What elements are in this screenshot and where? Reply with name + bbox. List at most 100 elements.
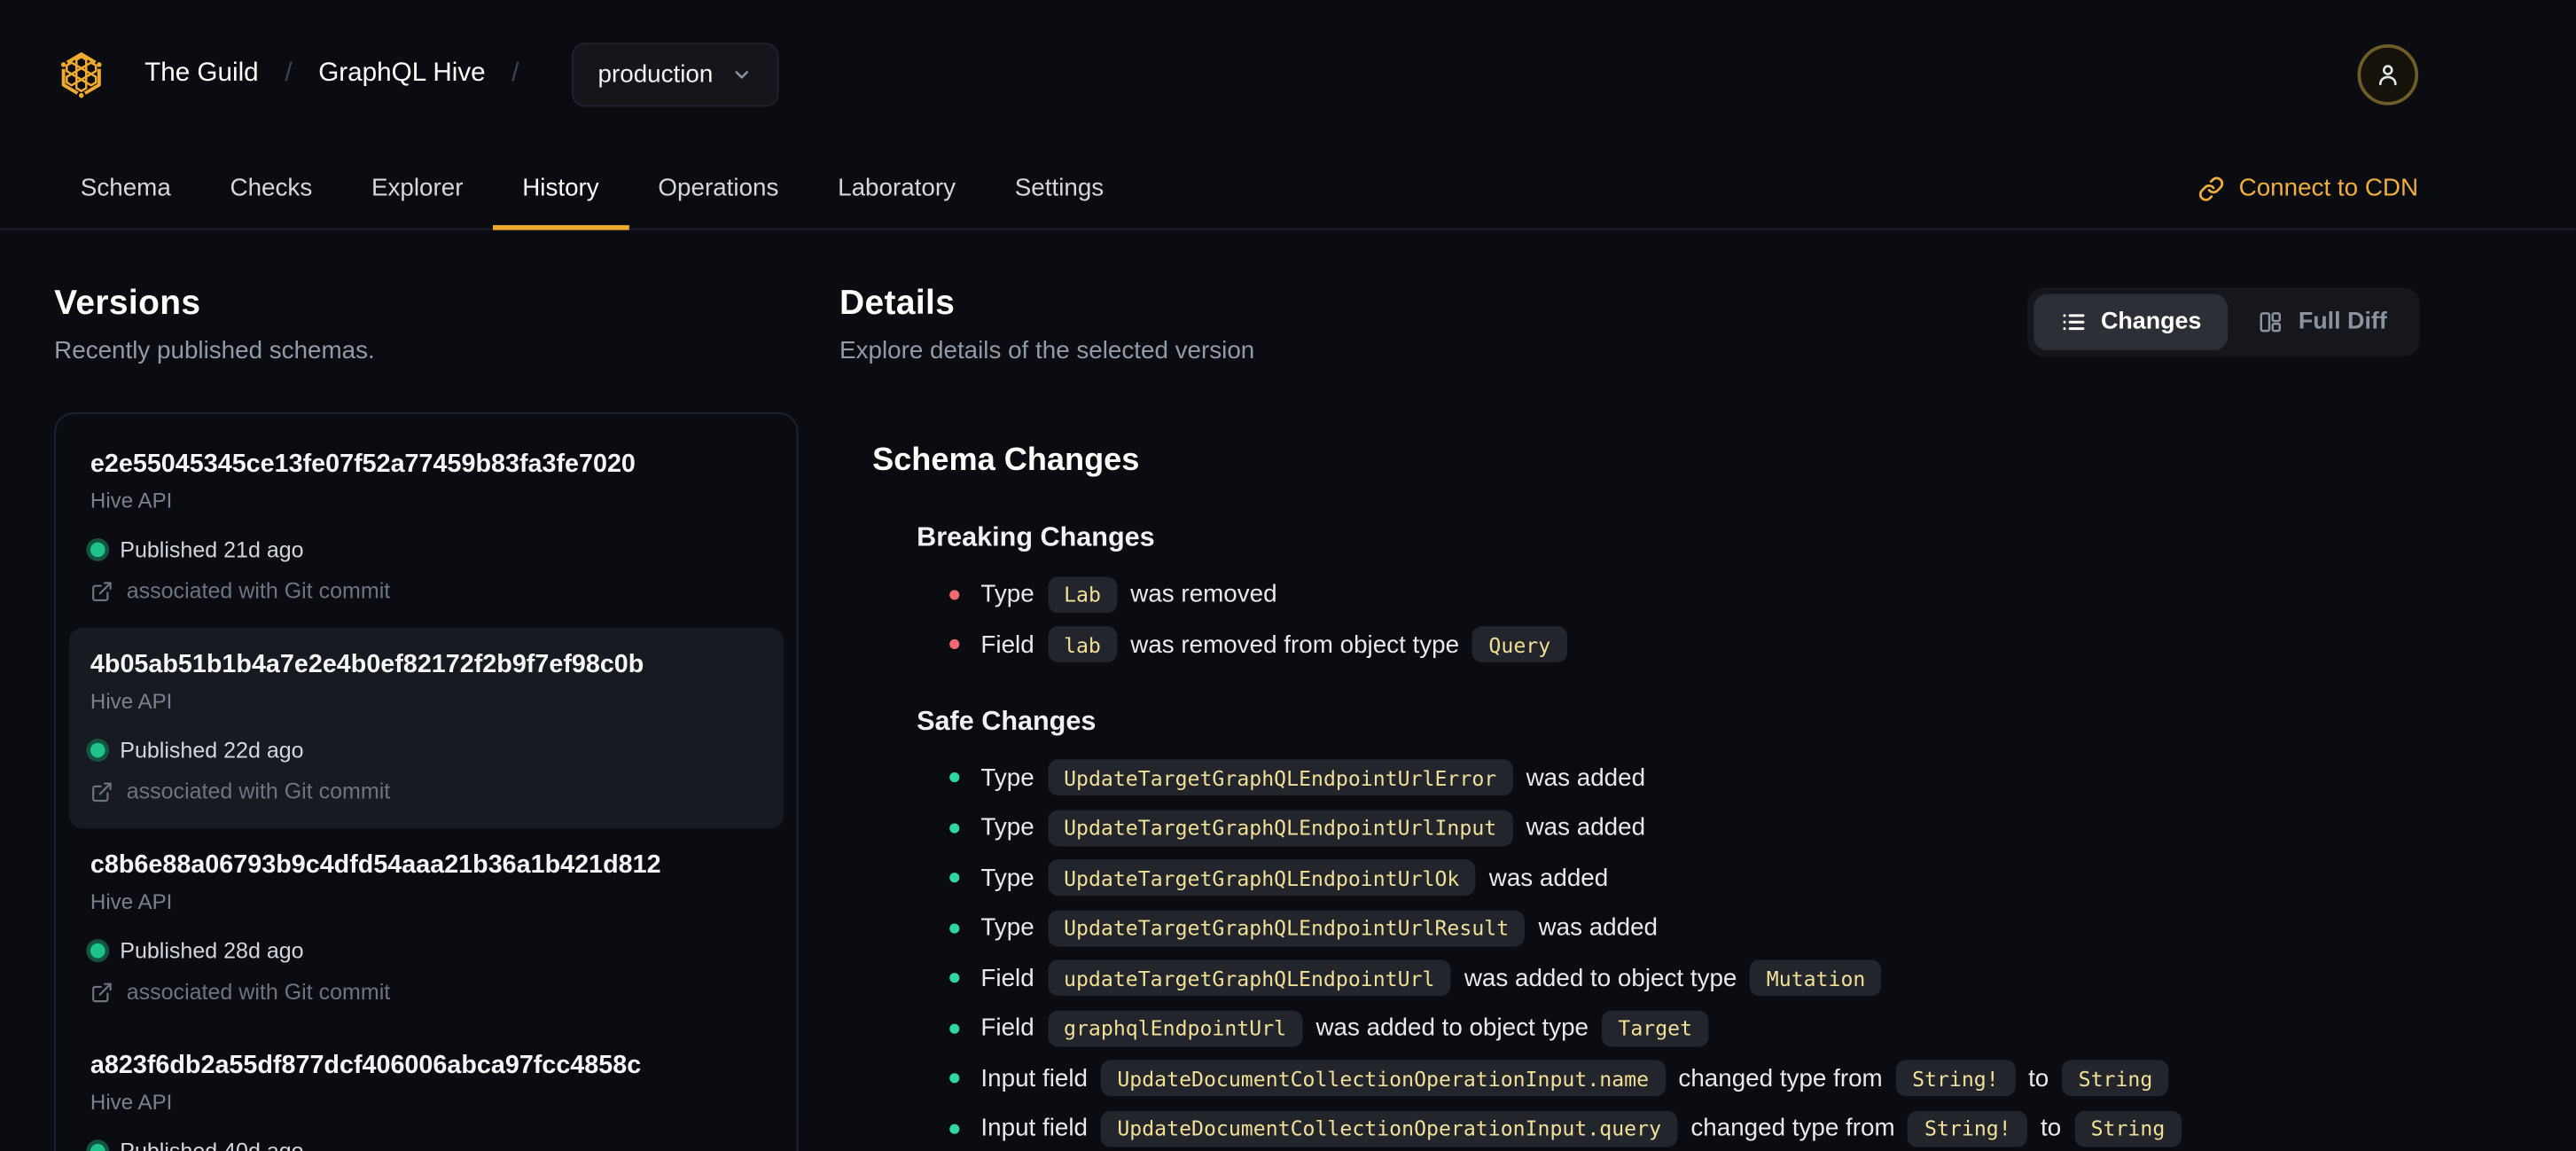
code-chip: Target (1601, 1009, 1709, 1046)
version-hash: c8b6e88a06793b9c4dfd54aaa21b36a1b421d812 (90, 851, 661, 880)
change-text: was removed (1130, 580, 1277, 608)
user-icon (2374, 60, 2402, 89)
bullet-dot-icon (949, 638, 960, 650)
code-chip: UpdateTargetGraphQLEndpointUrlResult (1047, 909, 1526, 946)
breadcrumb-separator: / (511, 59, 519, 88)
bullet-dot-icon (949, 873, 960, 883)
published-label: Published 40d ago (120, 1139, 303, 1151)
version-service-name: Hive API (90, 688, 173, 714)
versions-title: Versions (54, 284, 201, 323)
change-section-title: Safe Changes (917, 705, 1097, 736)
git-commit-label: associated with Git commit (126, 578, 391, 604)
version-hash: 4b05ab51b1b4a7e2e4b0ef82172f2b9f7ef98c0b (90, 650, 644, 679)
version-list-item[interactable]: e2e55045345ce13fe07f52a77459b83fa3fe7020… (69, 427, 784, 628)
list-icon (2060, 309, 2087, 335)
change-section-breaking: Breaking Changes Type Lab was removed Field l… (839, 522, 2420, 662)
change-list-item: Field updateTargetGraphQLEndpointUrl was a… (949, 959, 2420, 997)
breadcrumb-project-link[interactable]: GraphQL Hive (318, 59, 485, 89)
changes-toggle-button[interactable]: Changes (2033, 294, 2229, 350)
version-service-name: Hive API (90, 889, 173, 914)
target-selector-dropdown[interactable]: production (571, 42, 779, 106)
bullet-dot-icon (949, 772, 960, 783)
change-text: was added to object type (1464, 963, 1737, 992)
git-commit-link[interactable]: associated with Git commit (90, 779, 762, 803)
code-chip: Query (1471, 626, 1567, 662)
tab-checks[interactable]: Checks (200, 148, 341, 229)
version-published-status: Published 22d ago (90, 738, 762, 763)
change-list-item: Field lab was removed from object type Quer… (949, 625, 2420, 663)
version-list-item[interactable]: 4b05ab51b1b4a7e2e4b0ef82172f2b9f7ef98c0b… (68, 627, 785, 829)
user-menu-button[interactable] (2357, 43, 2419, 105)
change-text: was removed from object type (1130, 630, 1460, 659)
change-text: Type (980, 813, 1034, 842)
bullet-dot-icon (949, 589, 960, 599)
code-chip: UpdateTargetGraphQLEndpointUrlError (1047, 759, 1513, 795)
change-text: Input field (980, 1064, 1088, 1092)
external-link-icon (90, 779, 113, 803)
change-text: Field (980, 1014, 1034, 1042)
version-service-name: Hive API (90, 488, 173, 513)
change-list-item: Type UpdateTargetGraphQLEndpointUrlResult… (949, 909, 2420, 947)
bullet-dot-icon (949, 973, 960, 983)
published-dot-icon (90, 542, 105, 558)
version-hash: e2e55045345ce13fe07f52a77459b83fa3fe7020 (90, 450, 636, 479)
published-dot-icon (90, 943, 105, 959)
change-list-item: Input field UpdateDocumentCollectionOpera… (949, 1059, 2420, 1097)
bullet-dot-icon (949, 922, 960, 933)
change-text: Type (980, 913, 1034, 942)
change-sections: Breaking Changes Type Lab was removed Field l… (839, 522, 2420, 1147)
versions-list: e2e55045345ce13fe07f52a77459b83fa3fe7020… (54, 412, 799, 1151)
change-list-item: Type UpdateTargetGraphQLEndpointUrlOk was … (949, 858, 2420, 897)
tab-history[interactable]: History (492, 148, 628, 231)
diff-columns-icon (2257, 309, 2283, 335)
full-diff-toggle-button[interactable]: Full Diff (2231, 294, 2414, 350)
git-commit-link[interactable]: associated with Git commit (90, 578, 762, 603)
chevron-down-icon (731, 63, 753, 84)
details-title: Details (839, 284, 956, 323)
change-list-item: Type Lab was removed (949, 576, 2420, 614)
change-text: was added (1526, 813, 1646, 842)
change-list-item: Input field UpdateDocumentCollectionOpera… (949, 1109, 2420, 1147)
change-text: Field (980, 630, 1034, 659)
connect-to-cdn-button[interactable]: Connect to CDN (2197, 148, 2418, 229)
details-header: Details Explore details of the selected … (839, 285, 2420, 365)
bullet-dot-icon (949, 1073, 960, 1084)
external-link-icon (90, 980, 113, 1003)
published-dot-icon (90, 742, 105, 758)
app-root: The Guild / GraphQL Hive / production Sc… (0, 0, 2576, 1151)
code-chip: UpdateDocumentCollectionOperationInput.n… (1100, 1060, 1666, 1097)
tab-laboratory[interactable]: Laboratory (808, 148, 986, 229)
main-content: Versions Recently published schemas. e2e… (0, 230, 2576, 1151)
code-chip: UpdateTargetGraphQLEndpointUrlOk (1047, 859, 1476, 897)
change-text: was added to object type (1315, 1014, 1589, 1042)
change-text: to (2028, 1064, 2049, 1092)
git-commit-label: associated with Git commit (126, 779, 391, 804)
git-commit-label: associated with Git commit (126, 979, 391, 1005)
change-text: to (2041, 1114, 2062, 1143)
target-selector-value: production (597, 59, 714, 89)
hive-logo-icon[interactable] (51, 43, 112, 105)
published-label: Published 28d ago (120, 938, 304, 964)
tab-schema[interactable]: Schema (51, 148, 200, 229)
change-list-item: Field graphqlEndpointUrl was added to obje… (949, 1009, 2420, 1047)
published-label: Published 21d ago (120, 537, 304, 562)
version-list-item[interactable]: c8b6e88a06793b9c4dfd54aaa21b36a1b421d812… (69, 828, 784, 1029)
version-list-item[interactable]: a823f6db2a55df877dcf406006abca97fcc4858c… (69, 1029, 784, 1151)
tab-operations[interactable]: Operations (628, 148, 808, 229)
tab-explorer[interactable]: Explorer (342, 148, 493, 229)
code-chip: String (2074, 1109, 2182, 1147)
version-published-status: Published 40d ago (90, 1139, 762, 1151)
breadcrumb-org-link[interactable]: The Guild (144, 59, 259, 89)
code-chip: updateTargetGraphQLEndpointUrl (1047, 959, 1452, 997)
toggle-label: Changes (2100, 309, 2202, 336)
details-heading-group: Details Explore details of the selected … (839, 285, 1254, 365)
breadcrumb: The Guild / GraphQL Hive / production (144, 42, 779, 106)
git-commit-link[interactable]: associated with Git commit (90, 979, 762, 1005)
change-text: was added (1488, 863, 1609, 892)
code-chip: UpdateDocumentCollectionOperationInput.q… (1100, 1109, 1678, 1147)
code-chip: String (2062, 1060, 2169, 1097)
change-section-title: Breaking Changes (917, 522, 1155, 552)
version-published-status: Published 28d ago (90, 938, 762, 963)
schema-changes-block: Schema Changes Breaking Changes Type Lab wa… (839, 442, 2420, 1147)
tab-settings[interactable]: Settings (985, 148, 1133, 229)
